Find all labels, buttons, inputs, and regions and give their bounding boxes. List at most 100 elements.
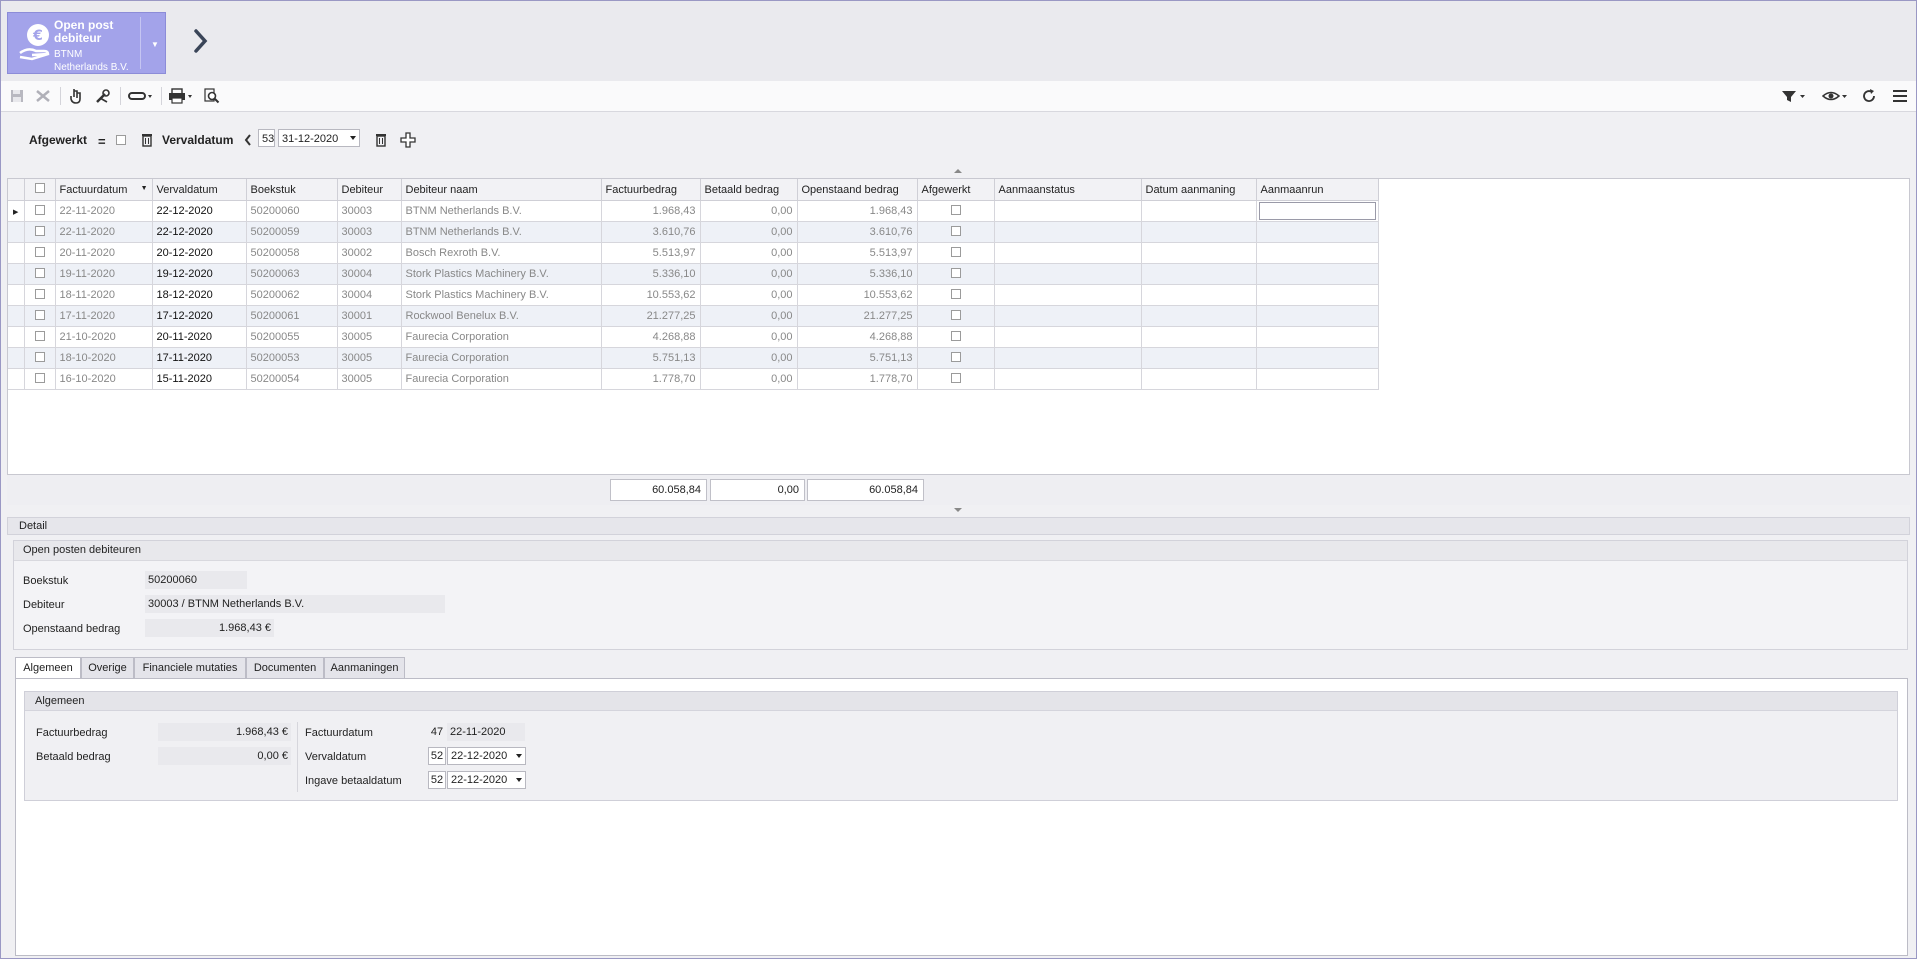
row-indicator-header	[8, 179, 25, 201]
table-row[interactable]: 18-11-2020 18-12-2020 50200062 30004 Stork P…	[8, 284, 1379, 306]
cell-debiteur: 30003	[337, 200, 402, 222]
add-icon[interactable]	[400, 132, 416, 148]
table-row[interactable]: 16-10-2020 15-11-2020 50200054 30005 Faureci…	[8, 368, 1379, 390]
cell-betaald-bedrag: 0,00	[700, 200, 798, 222]
cell-debiteur: 30005	[337, 326, 402, 348]
row-select-checkbox[interactable]	[24, 305, 56, 327]
cell-factuurdatum: 22-11-2020	[55, 200, 153, 222]
col-afgewerkt[interactable]: Afgewerkt	[917, 179, 995, 201]
cell-debiteur-naam: Stork Plastics Machinery B.V.	[401, 263, 602, 285]
app-title-line2: debiteur	[54, 31, 102, 45]
vervaldatum-date-dropdown[interactable]: 22-12-2020	[447, 747, 526, 765]
cell-afgewerkt-checkbox[interactable]	[917, 305, 995, 327]
row-select-checkbox[interactable]	[24, 221, 56, 243]
cell-afgewerkt-checkbox[interactable]	[917, 221, 995, 243]
tools-icon[interactable]	[95, 88, 111, 104]
cell-openstaand-bedrag: 3.610,76	[797, 221, 918, 243]
col-debiteur-naam[interactable]: Debiteur naam	[401, 179, 602, 201]
col-aanmaanrun[interactable]: Aanmaanrun	[1256, 179, 1379, 201]
table-row[interactable]: 21-10-2020 20-11-2020 50200055 30005 Faureci…	[8, 326, 1379, 348]
col-openstaand-bedrag[interactable]: Openstaand bedrag	[797, 179, 918, 201]
trash-icon[interactable]	[375, 133, 387, 147]
trash-icon[interactable]	[141, 133, 153, 147]
cell-aanmaanrun	[1256, 200, 1379, 222]
row-select-checkbox[interactable]	[24, 263, 56, 285]
cell-betaald-bedrag: 0,00	[700, 284, 798, 306]
cell-factuurdatum: 21-10-2020	[55, 326, 153, 348]
row-select-checkbox[interactable]	[24, 284, 56, 306]
tab-overige[interactable]: Overige	[81, 657, 134, 678]
cell-openstaand-bedrag: 1.968,43	[797, 200, 918, 222]
row-select-checkbox[interactable]	[24, 242, 56, 264]
column-divider	[297, 722, 298, 792]
col-boekstuk[interactable]: Boekstuk	[246, 179, 338, 201]
col-betaald-bedrag[interactable]: Betaald bedrag	[700, 179, 798, 201]
cell-afgewerkt-checkbox[interactable]	[917, 242, 995, 264]
week-number-box[interactable]: 53	[258, 129, 275, 147]
cell-afgewerkt-checkbox[interactable]	[917, 347, 995, 369]
row-select-checkbox[interactable]	[24, 347, 56, 369]
cell-openstaand-bedrag: 5.336,10	[797, 263, 918, 285]
menu-icon[interactable]	[1893, 88, 1907, 104]
col-vervaldatum[interactable]: Vervaldatum	[152, 179, 247, 201]
table-row[interactable]: 18-10-2020 17-11-2020 50200053 30005 Faureci…	[8, 347, 1379, 369]
cancel-icon[interactable]	[35, 88, 51, 104]
ingave-date-value: 22-12-2020	[451, 774, 508, 786]
table-row[interactable]: ▶ 22-11-2020 22-12-2020 50200060 30003 BTNM N…	[8, 200, 1379, 222]
view-icon[interactable]	[1822, 88, 1848, 104]
col-datum-aanmaning[interactable]: Datum aanmaning	[1141, 179, 1257, 201]
chevron-down-icon[interactable]: ▼	[151, 40, 159, 49]
tab-financiele-mutaties[interactable]: Financiele mutaties	[134, 657, 246, 678]
tab-algemeen[interactable]: Algemeen	[15, 657, 81, 679]
row-select-checkbox[interactable]	[24, 326, 56, 348]
cell-afgewerkt-checkbox[interactable]	[917, 368, 995, 390]
row-select-checkbox[interactable]	[24, 200, 56, 222]
collapse-down-icon[interactable]	[954, 508, 962, 512]
app-window: € Open post debiteur BTNM Netherlands B.…	[0, 0, 1917, 959]
app-launcher-tile[interactable]: € Open post debiteur BTNM Netherlands B.…	[7, 12, 166, 74]
table-row[interactable]: 22-11-2020 22-12-2020 50200059 30003 BTNM Ne…	[8, 221, 1379, 243]
ingave-week[interactable]: 52	[428, 771, 446, 789]
cell-factuurbedrag: 3.610,76	[601, 221, 701, 243]
col-aanmaanstatus[interactable]: Aanmaanstatus	[994, 179, 1142, 201]
cell-afgewerkt-checkbox[interactable]	[917, 263, 995, 285]
table-row[interactable]: 20-11-2020 20-12-2020 50200058 30002 Bosch R…	[8, 242, 1379, 264]
col-factuurdatum[interactable]: Factuurdatum ▼	[55, 179, 153, 201]
afgewerkt-filter-checkbox[interactable]	[116, 135, 126, 145]
cell-debiteur: 30001	[337, 305, 402, 327]
cell-afgewerkt-checkbox[interactable]	[917, 284, 995, 306]
chevron-right-icon[interactable]	[193, 28, 209, 54]
refresh-icon[interactable]	[1861, 88, 1877, 104]
tab-documenten[interactable]: Documenten	[246, 657, 324, 678]
filter-icon[interactable]	[1781, 88, 1807, 104]
debiteur-label: Debiteur	[23, 599, 65, 611]
vervaldatum-week[interactable]: 52	[428, 747, 446, 765]
cell-boekstuk: 50200054	[246, 368, 338, 390]
chevron-left-icon[interactable]	[244, 134, 252, 146]
afgewerkt-filter-label: Afgewerkt	[29, 133, 88, 147]
cell-debiteur: 30004	[337, 284, 402, 306]
equals-operator-icon[interactable]: =	[98, 134, 106, 149]
preview-icon[interactable]	[204, 88, 220, 104]
col-debiteur[interactable]: Debiteur	[337, 179, 402, 201]
row-select-checkbox[interactable]	[24, 368, 56, 390]
cell-vervaldatum: 15-11-2020	[152, 368, 247, 390]
print-icon[interactable]	[168, 88, 194, 104]
cell-vervaldatum: 17-11-2020	[152, 347, 247, 369]
ingave-date-dropdown[interactable]: 22-12-2020	[447, 771, 526, 789]
save-icon[interactable]	[10, 88, 24, 104]
hand-icon[interactable]	[69, 88, 83, 104]
cell-boekstuk: 50200059	[246, 221, 338, 243]
link-icon[interactable]	[128, 88, 154, 104]
select-all-checkbox[interactable]	[24, 179, 56, 201]
cell-afgewerkt-checkbox[interactable]	[917, 200, 995, 222]
table-row[interactable]: 17-11-2020 17-12-2020 50200061 30001 Rockwoo…	[8, 305, 1379, 327]
collapse-up-icon[interactable]	[954, 169, 962, 173]
col-factuurbedrag[interactable]: Factuurbedrag	[601, 179, 701, 201]
cell-afgewerkt-checkbox[interactable]	[917, 326, 995, 348]
cell-aanmaanstatus	[994, 221, 1142, 243]
tab-aanmaningen[interactable]: Aanmaningen	[324, 657, 405, 678]
app-subtitle-line2: Netherlands B.V.	[54, 62, 129, 73]
table-row[interactable]: 19-11-2020 19-12-2020 50200063 30004 Stork P…	[8, 263, 1379, 285]
vervaldatum-dropdown[interactable]: 31-12-2020	[278, 129, 360, 147]
